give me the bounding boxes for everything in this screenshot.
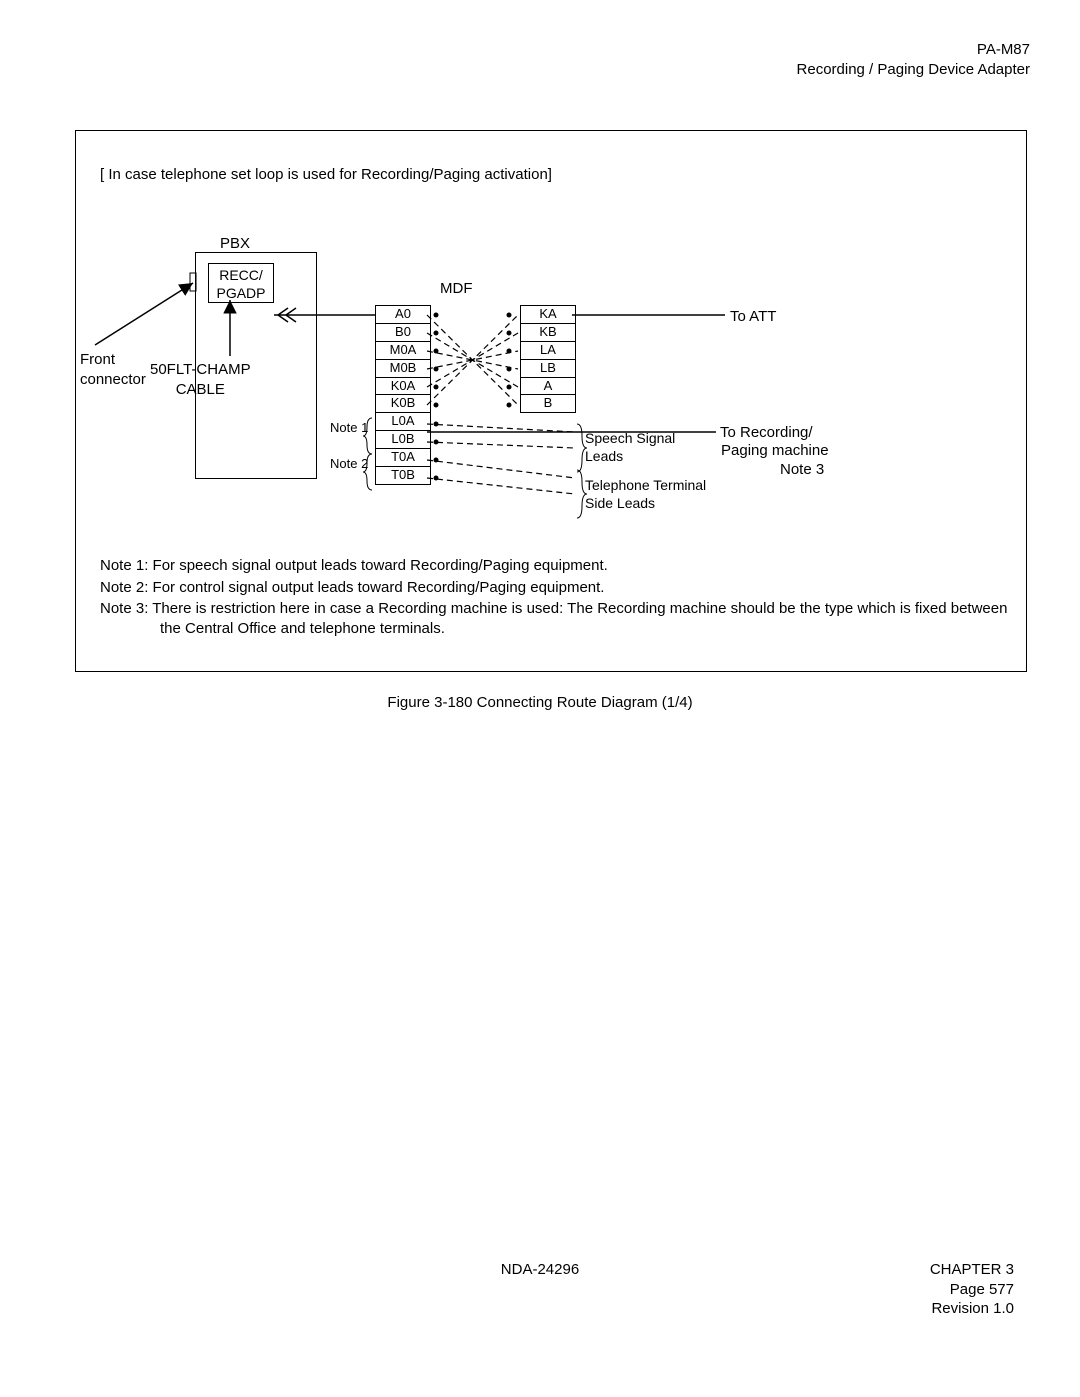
page: PA-M87 Recording / Paging Device Adapter…	[0, 0, 1080, 1397]
footer-chapter: CHAPTER 3	[930, 1260, 1014, 1280]
footer-revision: Revision 1.0	[930, 1299, 1014, 1319]
footer-page: Page 577	[930, 1280, 1014, 1300]
figure-caption: Figure 3-180 Connecting Route Diagram (1…	[0, 693, 1080, 713]
note-1: Note 1: For speech signal output leads t…	[100, 556, 1020, 576]
note-3: Note 3: There is restriction here in cas…	[100, 599, 1020, 638]
footer-doc-number: NDA-24296	[0, 1260, 1080, 1280]
note-2: Note 2: For control signal output leads …	[100, 578, 1020, 598]
page-footer: NDA-24296 CHAPTER 3 Page 577 Revision 1.…	[0, 1260, 1080, 1280]
figure-notes: Note 1: For speech signal output leads t…	[100, 556, 1020, 640]
